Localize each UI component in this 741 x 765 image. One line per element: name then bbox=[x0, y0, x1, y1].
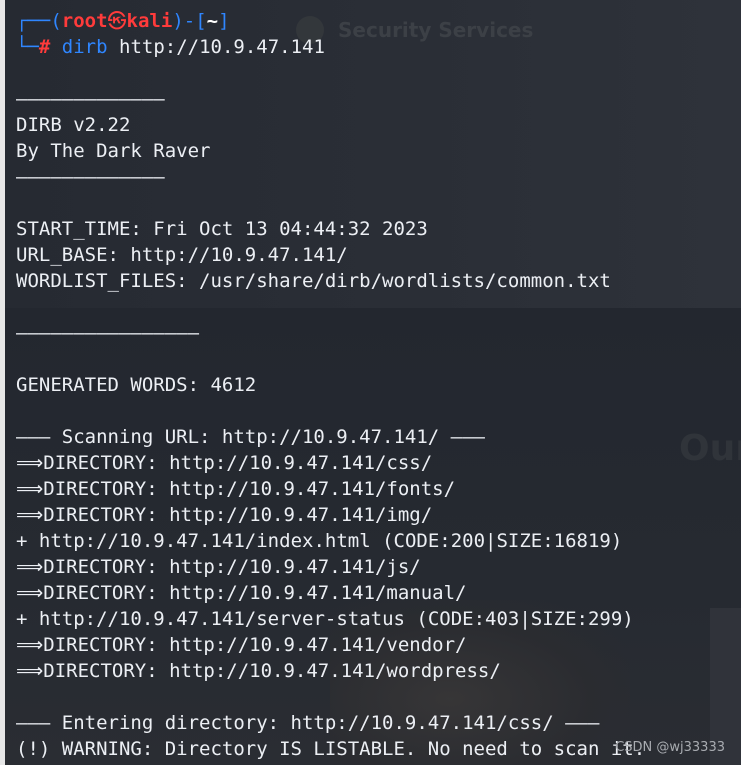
prompt-line: ┌──(root㉿kali)-[~] bbox=[16, 8, 230, 34]
command-line: └─# dirb http://10.9.47.141 bbox=[16, 34, 325, 60]
result-text: http://10.9.47.141/index.html (CODE:200|… bbox=[38, 530, 623, 552]
result-line: ⟹DIRECTORY: http://10.9.47.141/manual/ bbox=[16, 580, 467, 606]
scanning-header: ——— Scanning URL: http://10.9.47.141/ ——… bbox=[16, 426, 485, 448]
arrow-icon: ⟹ bbox=[16, 452, 44, 474]
result-text: DIRECTORY: http://10.9.47.141/img/ bbox=[43, 504, 433, 526]
result-text: DIRECTORY: http://10.9.47.141/css/ bbox=[43, 452, 433, 474]
start-time: START_TIME: Fri Oct 13 04:44:32 2023 bbox=[16, 218, 428, 240]
arrow-icon: ⟹ bbox=[16, 478, 44, 500]
generated-words: GENERATED WORDS: 4612 bbox=[16, 374, 257, 396]
url-base: URL_BASE: http://10.9.47.141/ bbox=[16, 244, 348, 266]
terminal-output[interactable]: ┌──(root㉿kali)-[~] └─# dirb http://10.9.… bbox=[16, 0, 741, 765]
banner-title: DIRB v2.22 bbox=[16, 114, 131, 136]
plus-icon: + bbox=[16, 608, 28, 630]
banner-rule-bottom: ————————————— bbox=[16, 166, 165, 188]
prompt-hash: # bbox=[38, 36, 51, 58]
watermark: CSDN @wj33333 bbox=[615, 740, 725, 755]
result-line: ⟹DIRECTORY: http://10.9.47.141/img/ bbox=[16, 502, 432, 528]
result-text: DIRECTORY: http://10.9.47.141/wordpress/ bbox=[43, 660, 501, 682]
plus-icon: + bbox=[16, 530, 28, 552]
result-line: ⟹DIRECTORY: http://10.9.47.141/css/ bbox=[16, 450, 432, 476]
section-rule: ———————————————— bbox=[16, 322, 200, 344]
result-line: ⟹DIRECTORY: http://10.9.47.141/js/ bbox=[16, 554, 421, 580]
window-left-edge bbox=[0, 0, 5, 765]
result-text: DIRECTORY: http://10.9.47.141/vendor/ bbox=[43, 634, 467, 656]
banner-rule-top: ————————————— bbox=[16, 88, 165, 110]
result-text: http://10.9.47.141/server-status (CODE:4… bbox=[38, 608, 634, 630]
result-line: ⟹DIRECTORY: http://10.9.47.141/fonts/ bbox=[16, 476, 455, 502]
result-line: + http://10.9.47.141/server-status (CODE… bbox=[16, 606, 634, 632]
prompt-host: kali bbox=[126, 10, 173, 32]
prompt-close: )-[ bbox=[172, 10, 207, 32]
entering-header: ——— Entering directory: http://10.9.47.1… bbox=[16, 712, 600, 734]
result-line: + http://10.9.47.141/index.html (CODE:20… bbox=[16, 528, 622, 554]
arrow-icon: ⟹ bbox=[16, 634, 44, 656]
command-name: dirb bbox=[61, 36, 108, 58]
arrow-icon: ⟹ bbox=[16, 582, 44, 604]
prompt-user: root bbox=[61, 10, 108, 32]
wordlist-files: WORDLIST_FILES: /usr/share/dirb/wordlist… bbox=[16, 270, 611, 292]
command-args: http://10.9.47.141 bbox=[119, 36, 325, 58]
banner-author: By The Dark Raver bbox=[16, 140, 211, 162]
prompt-dir: ~ bbox=[206, 10, 219, 32]
arrow-icon: ⟹ bbox=[16, 504, 44, 526]
result-text: DIRECTORY: http://10.9.47.141/fonts/ bbox=[43, 478, 456, 500]
arrow-icon: ⟹ bbox=[16, 556, 44, 578]
result-text: DIRECTORY: http://10.9.47.141/manual/ bbox=[43, 582, 467, 604]
result-line: ⟹DIRECTORY: http://10.9.47.141/wordpress… bbox=[16, 658, 501, 684]
skull-icon: ㉿ bbox=[107, 10, 127, 32]
result-line: ⟹DIRECTORY: http://10.9.47.141/vendor/ bbox=[16, 632, 467, 658]
warning-line: (!) WARNING: Directory IS LISTABLE. No n… bbox=[16, 738, 646, 760]
prompt-corner: └─ bbox=[16, 36, 39, 58]
prompt-open: ┌──( bbox=[16, 10, 62, 32]
result-text: DIRECTORY: http://10.9.47.141/js/ bbox=[43, 556, 421, 578]
prompt-end: ] bbox=[218, 10, 230, 32]
arrow-icon: ⟹ bbox=[16, 660, 44, 682]
